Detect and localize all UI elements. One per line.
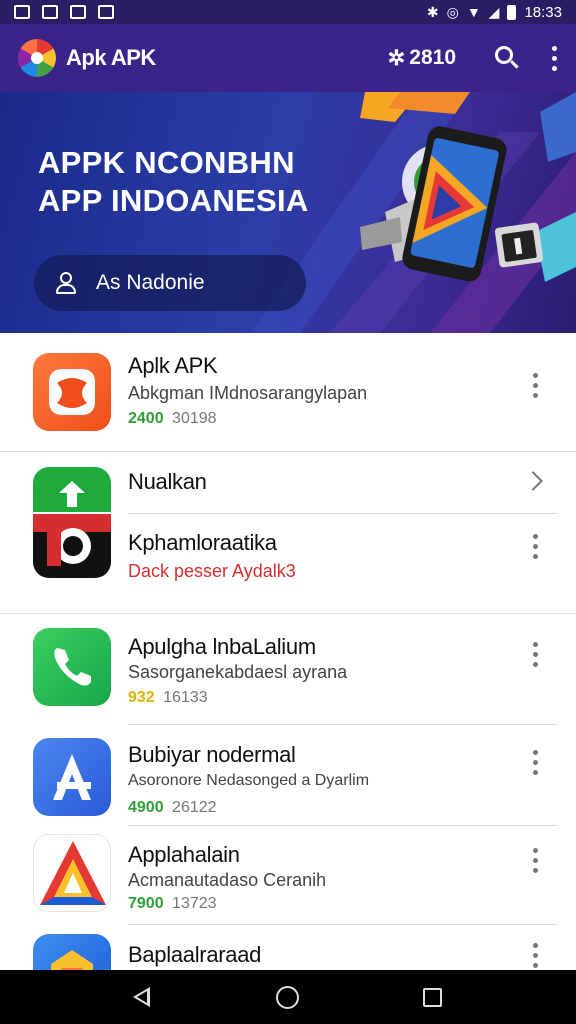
app-icon — [33, 353, 111, 431]
user-icon — [54, 271, 78, 295]
list-item[interactable]: Bubiyar nodermal Asoronore Nedasonged a … — [0, 725, 576, 825]
more-vert-icon[interactable] — [533, 943, 538, 968]
app-count: 26122 — [172, 799, 217, 816]
system-nav-bar — [0, 970, 576, 1024]
app-meta: 932 16133 — [128, 689, 208, 707]
bluetooth-icon: ✱ — [426, 4, 439, 20]
app-list: Aplk APK Abkgman IMdnosarangylapan 2400 … — [0, 333, 576, 970]
chevron-right-icon[interactable] — [523, 471, 543, 491]
app-icon — [33, 738, 111, 816]
app-name: Bubiyar nodermal — [128, 742, 296, 767]
app-count: 30198 — [172, 410, 217, 427]
list-item[interactable]: Applahalain Acmanautadaso Ceranih 7900 1… — [0, 826, 576, 924]
app-meta: 2400 30198 — [128, 410, 217, 428]
app-title: Apk APK — [66, 45, 156, 70]
app-name: Apulgha lnbaLalium — [128, 634, 316, 659]
app-icon — [33, 467, 111, 512]
more-vert-icon[interactable] — [533, 642, 538, 667]
app-name: Applahalain — [128, 842, 240, 867]
list-item[interactable]: Nualkan — [0, 452, 576, 512]
list-item[interactable]: Kphamloraatika Dack pesser Aydalk3 — [0, 514, 576, 614]
app-score: 4900 — [128, 799, 164, 816]
app-meta: 7900 13723 — [128, 895, 217, 913]
app-meta: 4900 26122 — [128, 799, 217, 817]
cat-icon — [42, 5, 58, 19]
banner-search-label: As Nadonie — [96, 271, 205, 294]
app-score: 7900 — [128, 895, 164, 912]
hero-banner[interactable]: APPK NCONBHN APP INDOANESIA As Nadonie — [0, 92, 576, 333]
banner-title: APPK NCONBHN APP INDOANESIA — [38, 145, 309, 218]
back-icon[interactable] — [133, 987, 150, 1007]
app-name: Nualkan — [128, 469, 207, 494]
more-vert-icon[interactable] — [533, 750, 538, 775]
more-vert-icon[interactable] — [533, 373, 538, 398]
app-score: 932 — [128, 689, 155, 706]
app-description: Dack pesser Aydalk3 — [128, 561, 296, 581]
rating-value: 2810 — [409, 46, 456, 69]
status-bar: ✱ ◎ ▼ ◢ 18:33 — [0, 0, 576, 24]
app-icon — [33, 628, 111, 706]
app-icon — [33, 834, 111, 912]
home-icon[interactable] — [276, 986, 299, 1009]
list-item[interactable]: Baplaalraraad — [0, 925, 576, 970]
battery-icon — [507, 4, 517, 20]
more-vert-icon[interactable] — [533, 534, 538, 559]
app-description: Acmanautadaso Ceranih — [128, 870, 327, 890]
app-name: Aplk APK — [128, 353, 218, 378]
app-icon — [33, 514, 111, 578]
wifi-icon: ▼ — [466, 4, 481, 20]
status-time: 18:33 — [524, 3, 562, 21]
app-count: 16133 — [163, 689, 208, 706]
screen: ✱ ◎ ▼ ◢ 18:33 Apk APK ✲ 2810 APPK NCONBH… — [0, 0, 576, 1024]
app-bar: Apk APK ✲ 2810 — [0, 24, 576, 92]
logo-icon[interactable] — [18, 39, 56, 77]
app-count: 13723 — [172, 895, 217, 912]
more-vert-icon[interactable] — [533, 848, 538, 873]
recents-icon[interactable] — [423, 988, 442, 1007]
app-icon — [33, 934, 111, 970]
lock-icon — [70, 5, 86, 19]
list-item[interactable]: Aplk APK Abkgman IMdnosarangylapan 2400 … — [0, 333, 576, 451]
star-icon: ✲ — [387, 46, 406, 70]
more-vert-icon[interactable] — [552, 45, 558, 71]
alarm-icon: ◎ — [446, 4, 459, 20]
signal-icon: ◢ — [488, 4, 500, 20]
app-description: Sasorganekabdaesl ayrana — [128, 662, 348, 682]
key-icon — [98, 5, 114, 19]
rating-badge[interactable]: ✲ 2810 — [388, 46, 456, 71]
app-description: Asoronore Nedasonged a Dyarlim — [128, 772, 370, 789]
app-description: Abkgman IMdnosarangylapan — [128, 383, 368, 403]
image-icon — [14, 5, 30, 19]
app-name: Baplaalraraad — [128, 942, 262, 967]
app-score: 2400 — [128, 410, 164, 427]
list-item[interactable]: Apulgha lnbaLalium Sasorganekabdaesl ayr… — [0, 614, 576, 724]
banner-search-pill[interactable]: As Nadonie — [34, 255, 306, 311]
search-button[interactable] — [492, 43, 522, 73]
app-name: Kphamloraatika — [128, 530, 277, 555]
